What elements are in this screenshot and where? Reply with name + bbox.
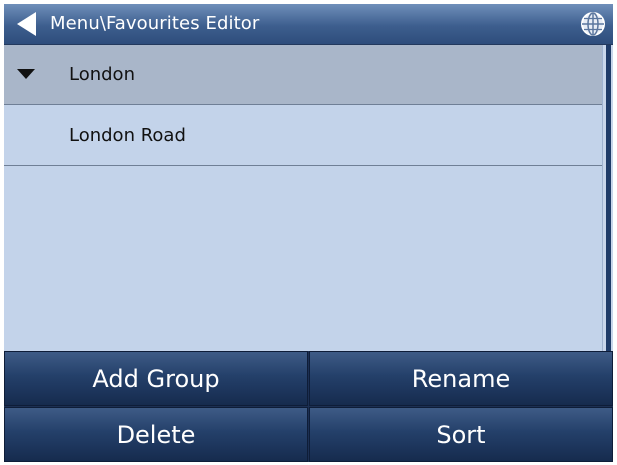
scroll-thumb[interactable]	[606, 45, 611, 351]
action-buttons: Add Group Rename Delete Sort	[4, 351, 613, 462]
list-item-label: London	[69, 64, 135, 85]
add-group-button[interactable]: Add Group	[4, 351, 308, 406]
scrollbar[interactable]	[602, 45, 613, 351]
title-bar: Menu\Favourites Editor	[4, 4, 613, 45]
back-button[interactable]	[12, 9, 42, 39]
expand-arrow-icon[interactable]	[15, 67, 37, 81]
back-arrow-icon	[17, 12, 36, 36]
sort-button[interactable]: Sort	[309, 407, 613, 462]
rename-button[interactable]: Rename	[309, 351, 613, 406]
globe-button[interactable]	[579, 10, 607, 38]
delete-button[interactable]: Delete	[4, 407, 308, 462]
app-window: Menu\Favourites Editor London London Roa…	[4, 4, 613, 462]
page-title: Menu\Favourites Editor	[50, 13, 260, 34]
list-item-london-road[interactable]: London Road	[4, 106, 602, 166]
globe-icon	[581, 12, 605, 36]
favourites-list: London London Road	[4, 45, 602, 351]
list-item-london[interactable]: London	[4, 45, 602, 105]
list-item-label: London Road	[69, 125, 186, 146]
